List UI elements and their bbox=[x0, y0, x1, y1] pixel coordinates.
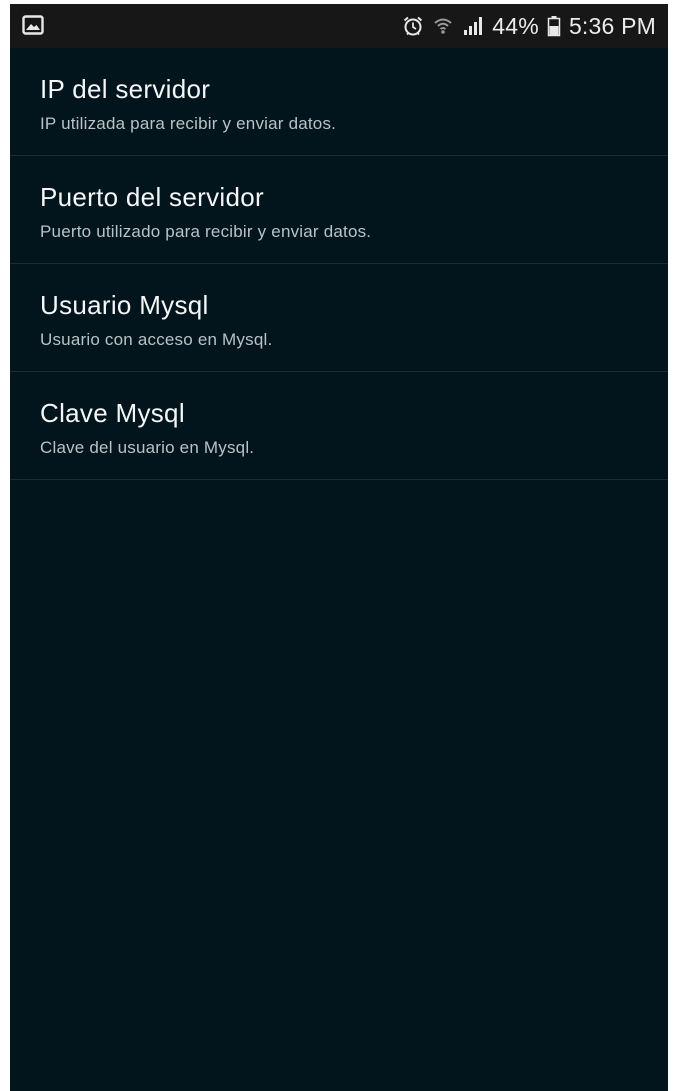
settings-item-server-port[interactable]: Puerto del servidor Puerto utilizado par… bbox=[10, 156, 668, 264]
setting-summary: Usuario con acceso en Mysql. bbox=[40, 330, 273, 349]
clock: 5:36 PM bbox=[568, 12, 656, 39]
setting-summary: Puerto utilizado para recibir y enviar d… bbox=[40, 222, 372, 241]
setting-title: IP del servidor bbox=[40, 74, 211, 104]
battery-percent: 44% bbox=[492, 12, 539, 39]
setting-title: Puerto del servidor bbox=[40, 182, 264, 212]
wifi-icon bbox=[432, 15, 454, 37]
gallery-notification-icon bbox=[22, 15, 44, 35]
settings-item-mysql-user[interactable]: Usuario Mysql Usuario con acceso en Mysq… bbox=[10, 264, 668, 372]
alarm-icon bbox=[402, 15, 424, 37]
setting-title: Usuario Mysql bbox=[40, 290, 209, 320]
status-indicators: 44% 5:36 PM bbox=[402, 4, 656, 48]
device-screen: 44% 5:36 PM IP del servidor IP utilizada… bbox=[10, 4, 668, 1091]
status-bar: 44% 5:36 PM bbox=[10, 4, 668, 48]
battery-icon bbox=[547, 15, 561, 37]
signal-icon bbox=[462, 15, 484, 37]
settings-item-server-ip[interactable]: IP del servidor IP utilizada para recibi… bbox=[10, 48, 668, 156]
setting-title: Clave Mysql bbox=[40, 398, 185, 428]
settings-list: IP del servidor IP utilizada para recibi… bbox=[10, 48, 668, 480]
settings-item-mysql-password[interactable]: Clave Mysql Clave del usuario en Mysql. bbox=[10, 372, 668, 480]
setting-summary: IP utilizada para recibir y enviar datos… bbox=[40, 114, 337, 133]
setting-summary: Clave del usuario en Mysql. bbox=[40, 438, 255, 457]
